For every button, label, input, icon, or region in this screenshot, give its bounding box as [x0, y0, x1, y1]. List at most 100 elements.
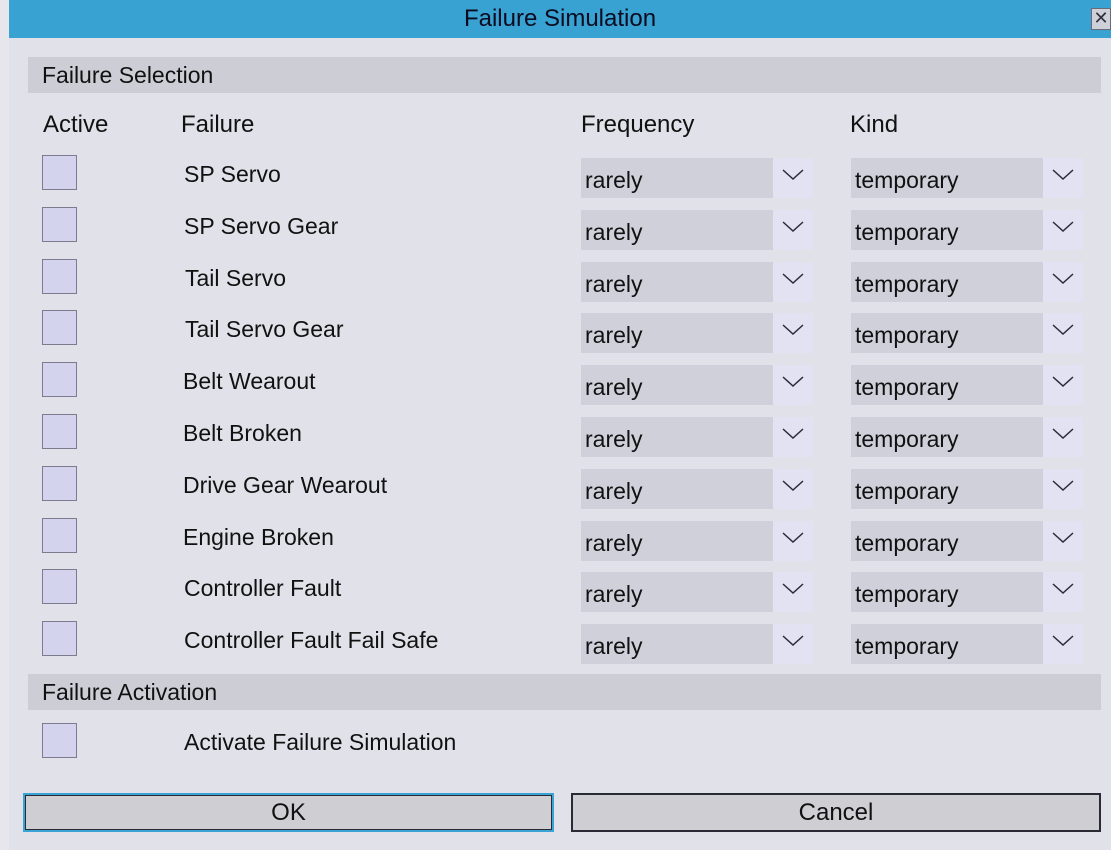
chevron-down-icon [1043, 313, 1083, 354]
chevron-down-icon [1043, 261, 1083, 302]
kind-select[interactable]: temporary [851, 209, 1083, 250]
frequency-value: rarely [585, 581, 643, 608]
kind-value: temporary [855, 477, 959, 504]
frequency-select[interactable]: rarely [581, 209, 813, 250]
frequency-select[interactable]: rarely [581, 365, 813, 406]
chevron-down-icon [1043, 624, 1083, 665]
activate-failure-checkbox[interactable] [42, 723, 77, 758]
failure-name: SP Servo [184, 161, 281, 187]
failure-name: SP Servo Gear [184, 212, 339, 239]
active-checkbox[interactable] [42, 517, 77, 553]
frequency-value: rarely [585, 322, 643, 349]
failure-name: Engine Broken [183, 523, 334, 550]
table-row: Controller Fault Fail Safe rarely temporar… [0, 621, 1111, 665]
chevron-down-icon [773, 468, 813, 509]
frequency-select[interactable]: rarely [581, 468, 813, 509]
activation-row: Activate Failure Simulation [0, 723, 1111, 763]
failure-name: Tail Servo Gear [185, 316, 344, 343]
frequency-value: rarely [585, 374, 643, 401]
kind-select[interactable]: temporary [851, 572, 1083, 613]
chevron-down-icon [773, 158, 813, 198]
activate-failure-label: Activate Failure Simulation [184, 729, 457, 755]
active-checkbox[interactable] [42, 569, 77, 605]
chevron-down-icon [773, 417, 813, 457]
frequency-select[interactable]: rarely [581, 313, 813, 354]
active-checkbox[interactable] [42, 155, 77, 190]
active-checkbox[interactable] [42, 206, 77, 242]
frequency-select[interactable]: rarely [581, 261, 813, 302]
active-checkbox[interactable] [42, 465, 77, 501]
chevron-down-icon [773, 572, 813, 613]
table-row: Engine Broken rarely temporary [0, 517, 1111, 561]
frequency-value: rarely [585, 218, 643, 245]
close-button[interactable]: ✕ [1091, 8, 1111, 30]
kind-select[interactable]: temporary [851, 313, 1083, 354]
kind-select[interactable]: temporary [851, 158, 1083, 198]
failure-name: Belt Wearout [183, 368, 316, 395]
kind-value: temporary [855, 218, 959, 245]
window-title: Failure Simulation [463, 5, 657, 32]
table-row: SP Servo Gear rarely temporary [0, 206, 1111, 250]
failure-name: Drive Gear Wearout [183, 471, 388, 498]
chevron-down-icon [1043, 468, 1083, 509]
cancel-button[interactable]: Cancel [571, 793, 1101, 832]
frequency-value: rarely [585, 477, 643, 504]
kind-value: temporary [855, 322, 959, 349]
section-title: Failure Selection [42, 62, 214, 88]
active-checkbox[interactable] [42, 310, 77, 346]
title-bar[interactable]: Failure Simulation ✕ [9, 0, 1111, 38]
table-row: Tail Servo rarely temporary [0, 258, 1111, 302]
table-row: Drive Gear Wearout rarely temporary [0, 465, 1111, 509]
active-checkbox[interactable] [42, 362, 77, 398]
close-icon: ✕ [1093, 8, 1109, 28]
ok-button[interactable]: OK [23, 793, 554, 832]
frequency-select[interactable]: rarely [581, 158, 813, 198]
chevron-down-icon [1043, 158, 1083, 198]
chevron-down-icon [773, 520, 813, 561]
kind-select[interactable]: temporary [851, 365, 1083, 406]
column-header-frequency: Frequency [581, 111, 695, 138]
chevron-down-icon [1043, 209, 1083, 250]
chevron-down-icon [773, 209, 813, 250]
frequency-value: rarely [585, 529, 643, 556]
failure-name: Belt Broken [183, 420, 302, 446]
table-row: Belt Broken rarely temporary [0, 414, 1111, 457]
frequency-select[interactable]: rarely [581, 624, 813, 665]
kind-value: temporary [855, 167, 959, 193]
kind-value: temporary [855, 426, 959, 452]
kind-select[interactable]: temporary [851, 261, 1083, 302]
frequency-select[interactable]: rarely [581, 520, 813, 561]
chevron-down-icon [1043, 520, 1083, 561]
table-row: Controller Fault rarely temporary [0, 569, 1111, 613]
failure-simulation-dialog: Failure Simulation ✕ Failure Selection A… [0, 0, 1111, 850]
frequency-value: rarely [585, 270, 643, 297]
active-checkbox[interactable] [42, 621, 77, 657]
column-header-failure: Failure [181, 111, 255, 138]
frequency-select[interactable]: rarely [581, 417, 813, 457]
chevron-down-icon [1043, 572, 1083, 613]
kind-select[interactable]: temporary [851, 417, 1083, 457]
frequency-value: rarely [585, 633, 643, 660]
table-row: Belt Wearout rarely temporary [0, 362, 1111, 406]
failure-name: Tail Servo [185, 264, 286, 291]
kind-value: temporary [855, 529, 959, 556]
active-checkbox[interactable] [42, 258, 77, 294]
column-header-active: Active [43, 111, 109, 138]
failure-selection-header: Failure Selection [28, 57, 1101, 93]
frequency-select[interactable]: rarely [581, 572, 813, 613]
frequency-value: rarely [585, 426, 643, 452]
active-checkbox[interactable] [42, 414, 77, 449]
chevron-down-icon [1043, 365, 1083, 406]
chevron-down-icon [773, 624, 813, 665]
kind-value: temporary [855, 633, 959, 660]
chevron-down-icon [773, 365, 813, 406]
kind-select[interactable]: temporary [851, 468, 1083, 509]
failure-activation-header: Failure Activation [28, 674, 1101, 710]
column-header-kind: Kind [850, 111, 899, 138]
kind-value: temporary [855, 581, 959, 608]
chevron-down-icon [773, 261, 813, 302]
failure-name: Controller Fault Fail Safe [184, 627, 439, 654]
kind-select[interactable]: temporary [851, 624, 1083, 665]
section-title: Failure Activation [42, 679, 218, 705]
kind-select[interactable]: temporary [851, 520, 1083, 561]
